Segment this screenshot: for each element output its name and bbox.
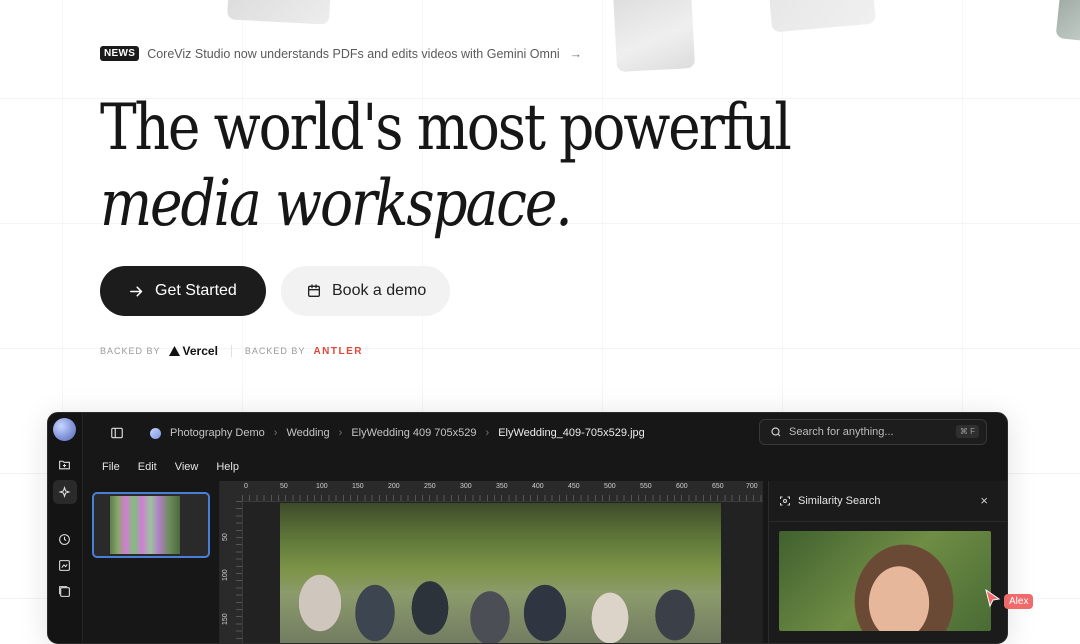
- ruler-vertical: 50 100 150: [220, 501, 243, 643]
- antler-logo: ANTLER: [313, 345, 363, 357]
- divider: [769, 521, 1007, 522]
- calendar-icon: [308, 284, 320, 297]
- get-started-button[interactable]: Get Started: [100, 266, 266, 316]
- image-canvas[interactable]: 0 50 100 150 200 250 300 350 400 450 500…: [220, 481, 763, 643]
- menu-edit[interactable]: Edit: [138, 461, 157, 473]
- scan-face-icon: [780, 496, 790, 506]
- news-text[interactable]: CoreViz Studio now understands PDFs and …: [147, 47, 559, 61]
- similar-result-image[interactable]: [779, 531, 991, 631]
- floating-media-card: [1055, 0, 1080, 42]
- backed-by-label: BACKED BY: [100, 346, 161, 356]
- news-banner[interactable]: NEWS CoreViz Studio now understands PDFs…: [100, 46, 582, 61]
- get-started-label: Get Started: [155, 282, 237, 299]
- arrow-right-icon: [130, 285, 143, 297]
- vercel-logo: Vercel: [168, 344, 218, 358]
- app-window: Photography Demo › Wedding › ElyWedding …: [47, 412, 1008, 644]
- floating-media-card: [612, 0, 696, 72]
- ruler-corner: [220, 481, 242, 501]
- wedding-photo[interactable]: [280, 503, 721, 643]
- backed-by-label: BACKED BY: [244, 346, 306, 356]
- book-demo-label: Book a demo: [332, 282, 427, 299]
- panel-title: Similarity Search: [798, 495, 881, 507]
- hero-line-2: media workspace.: [100, 167, 573, 241]
- breadcrumb-item[interactable]: Wedding: [286, 427, 329, 439]
- sidebar-toggle-icon[interactable]: [110, 426, 124, 440]
- chevron-right-icon: ›: [338, 427, 343, 439]
- import-folder-icon[interactable]: [57, 457, 71, 471]
- hero-line-1: The world's most powerful: [100, 91, 792, 165]
- collaborator-cursor-icon: [985, 589, 1001, 608]
- workspace-avatar[interactable]: [53, 418, 76, 441]
- thumbnail-strip: [83, 481, 220, 643]
- thumbnail-image: [110, 496, 180, 554]
- breadcrumb: Photography Demo › Wedding › ElyWedding …: [110, 426, 645, 440]
- search-shortcut: ⌘ F: [955, 425, 979, 438]
- sparkle-icon[interactable]: [57, 485, 71, 499]
- search-icon: [771, 427, 781, 437]
- vercel-triangle-icon: [168, 346, 180, 356]
- menu-file[interactable]: File: [102, 461, 120, 473]
- menu-bar: File Edit View Help: [102, 461, 239, 473]
- similarity-search-panel: Similarity Search ×: [768, 481, 1007, 643]
- search-input[interactable]: Search for anything... ⌘ F: [759, 419, 987, 445]
- breadcrumb-current: ElyWedding_409-705x529.jpg: [498, 427, 645, 439]
- breadcrumb-item[interactable]: Photography Demo: [170, 427, 265, 439]
- backers-row: BACKED BY Vercel BACKED BY ANTLER: [100, 344, 363, 358]
- panel-header: Similarity Search: [779, 495, 881, 507]
- news-badge: NEWS: [100, 46, 140, 61]
- history-icon[interactable]: [57, 532, 71, 546]
- collaborator-name-tag: Alex: [1004, 594, 1034, 609]
- app-topbar: Photography Demo › Wedding › ElyWedding …: [83, 413, 1007, 453]
- breadcrumb-item[interactable]: ElyWedding 409 705x529: [351, 427, 476, 439]
- project-icon: [150, 427, 161, 439]
- gallery-icon[interactable]: [57, 558, 71, 572]
- left-rail: [48, 413, 83, 643]
- arrow-right-icon: →: [569, 46, 583, 61]
- thumbnail-selected[interactable]: [92, 492, 210, 558]
- image-stack-icon[interactable]: [57, 584, 71, 598]
- chevron-right-icon: ›: [273, 427, 278, 439]
- book-demo-button[interactable]: Book a demo: [281, 266, 450, 316]
- menu-help[interactable]: Help: [216, 461, 239, 473]
- menu-view[interactable]: View: [175, 461, 199, 473]
- chevron-right-icon: ›: [485, 427, 490, 439]
- close-icon[interactable]: ×: [980, 493, 988, 508]
- search-placeholder: Search for anything...: [789, 426, 894, 438]
- divider: [230, 345, 232, 357]
- hero-headline: The world's most powerful media workspac…: [100, 90, 792, 242]
- ruler-horizontal: 0 50 100 150 200 250 300 350 400 450 500…: [242, 481, 763, 502]
